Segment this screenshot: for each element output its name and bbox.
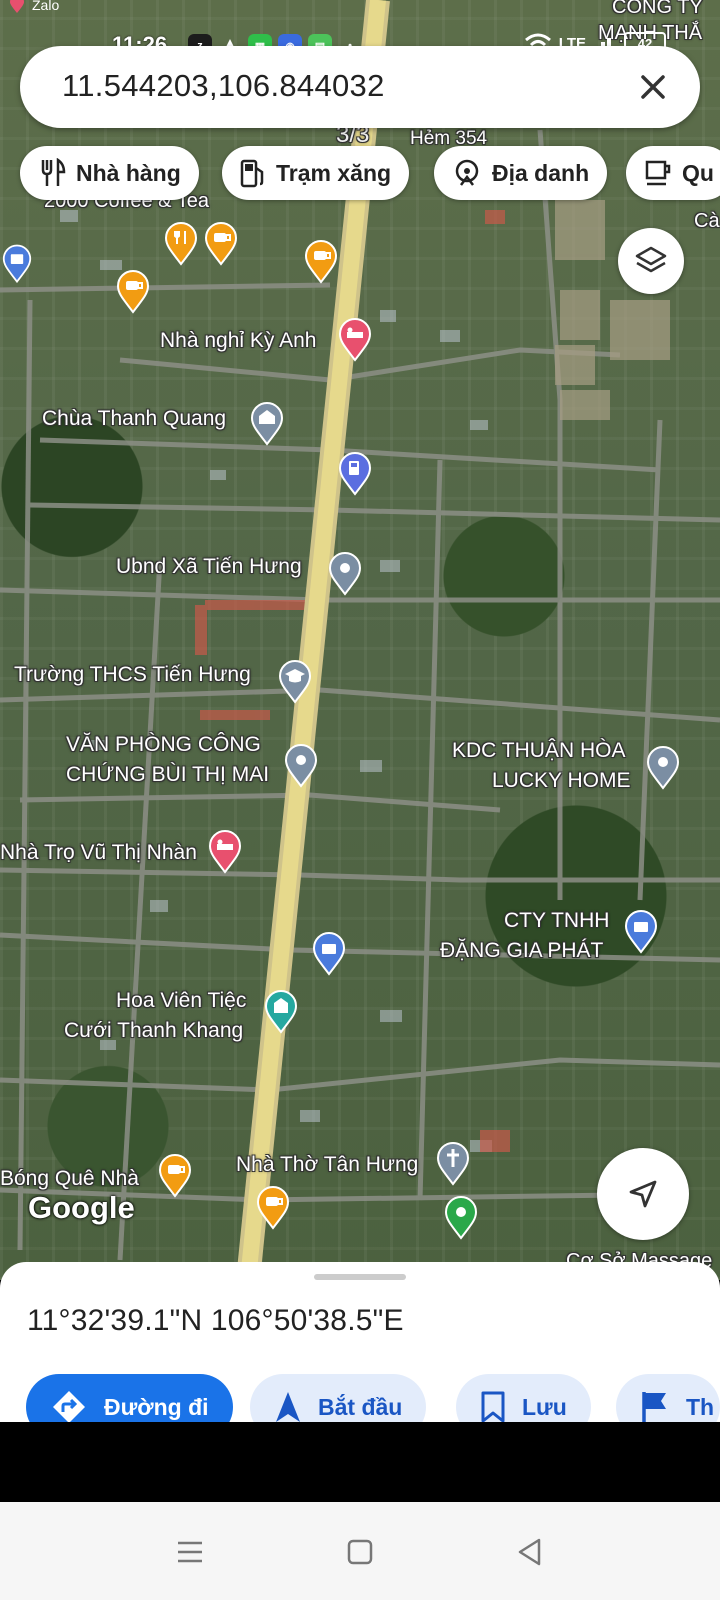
shopping-pin[interactable] [2,244,36,288]
place-label[interactable]: Cưới Thanh Khang [64,1016,243,1046]
restaurant-pin[interactable] [164,222,198,266]
place-label[interactable]: Trường THCS Tiến Hưng [14,660,251,690]
button-label: Đường đi [104,1393,209,1420]
button-label: Th [686,1393,715,1420]
google-logo: Google [28,1190,135,1225]
map-pin-icon [10,0,24,13]
cafe-pin[interactable] [256,1186,290,1230]
place-pin[interactable] [328,552,362,596]
place-label[interactable]: CHỨNG BÙI THỊ MAI [66,760,269,790]
place-label[interactable]: LUCKY HOME [492,766,630,796]
place-label[interactable]: VĂN PHÒNG CÔNG [66,730,261,760]
close-button[interactable] [628,62,678,112]
gas-station-icon [240,159,264,188]
flag-icon [642,1392,666,1422]
hotel-pin[interactable] [208,830,242,874]
notification-preview: Zalo [8,0,59,14]
green-place-pin[interactable] [444,1196,478,1240]
chip-landmarks[interactable]: Địa danh [434,146,608,200]
place-label[interactable]: Nhà Thờ Tân Hưng [236,1150,418,1180]
cafe-pin[interactable] [158,1154,192,1198]
search-query[interactable]: 11.544203,106.844032 [62,68,385,104]
home-button[interactable] [340,1532,380,1572]
coffee-icon [645,160,671,186]
close-icon [641,75,665,99]
screen-black-area [0,1422,720,1502]
category-chips: Nhà hàng Trạm xăng Địa danh Qu [20,146,720,200]
directions-icon [53,1391,85,1423]
menu-icon [178,1541,202,1563]
chip-gas-stations[interactable]: Trạm xăng [222,146,410,200]
church-pin[interactable] [436,1142,470,1186]
coordinates-text: 11°32'39.1"N 106°50'38.5"E [27,1304,404,1337]
chip-label: Địa danh [492,159,590,186]
system-navigation-bar [0,1502,720,1600]
layers-button[interactable] [618,228,684,294]
search-bar[interactable]: 11.544203,106.844032 [20,46,700,128]
shopping-pin[interactable] [624,910,658,954]
button-label: Lưu [522,1393,567,1420]
place-pin[interactable] [646,746,680,790]
chip-label: Trạm xăng [276,159,392,186]
event-venue-pin[interactable] [264,990,298,1034]
home-square-icon [347,1539,373,1565]
navigation-arrow-icon [629,1180,657,1208]
place-label[interactable]: Hoa Viên Tiệc [116,986,246,1016]
place-label[interactable]: CTY TNHH [504,906,609,936]
map-label: Cà [694,210,720,232]
school-pin[interactable] [278,660,312,704]
place-label[interactable]: KDC THUẬN HÒA [452,736,625,766]
bookmark-icon [481,1391,505,1423]
landmark-icon [455,159,479,186]
cafe-pin[interactable] [204,222,238,266]
menu-button[interactable] [170,1532,210,1572]
layers-icon [635,246,667,273]
hotel-pin[interactable] [338,318,372,362]
place-label[interactable]: Ubnd Xã Tiến Hưng [116,552,302,582]
place-label[interactable]: Nhà Trọ Vũ Thị Nhàn [0,838,197,868]
chip-label: Qu [682,159,714,186]
cafe-pin[interactable] [116,270,150,314]
place-bottom-sheet[interactable]: 11°32'39.1"N 106°50'38.5"E Đường đi Bắt … [0,1262,720,1440]
temple-pin[interactable] [250,402,284,446]
my-location-button[interactable] [597,1148,689,1240]
place-label[interactable]: Nhà nghỉ Kỳ Anh [160,326,316,356]
place-pin[interactable] [284,744,318,788]
back-triangle-icon [518,1538,541,1566]
sheet-drag-handle[interactable] [314,1274,406,1280]
place-label[interactable]: Chùa Thanh Quang [42,404,226,434]
chip-coffee[interactable]: Qu [626,146,720,200]
chip-label: Nhà hàng [76,159,181,186]
restaurant-icon [41,158,66,186]
back-button[interactable] [510,1532,550,1572]
button-label: Bắt đầu [318,1393,403,1420]
navigation-arrow-icon [276,1392,300,1422]
shopping-pin[interactable] [312,932,346,976]
chip-restaurants[interactable]: Nhà hàng [20,146,199,200]
gas-station-pin[interactable] [338,452,372,496]
place-label[interactable]: ĐẶNG GIA PHÁT [440,936,603,966]
cafe-pin[interactable] [304,240,338,284]
notif-app-label: Zalo [32,0,60,13]
